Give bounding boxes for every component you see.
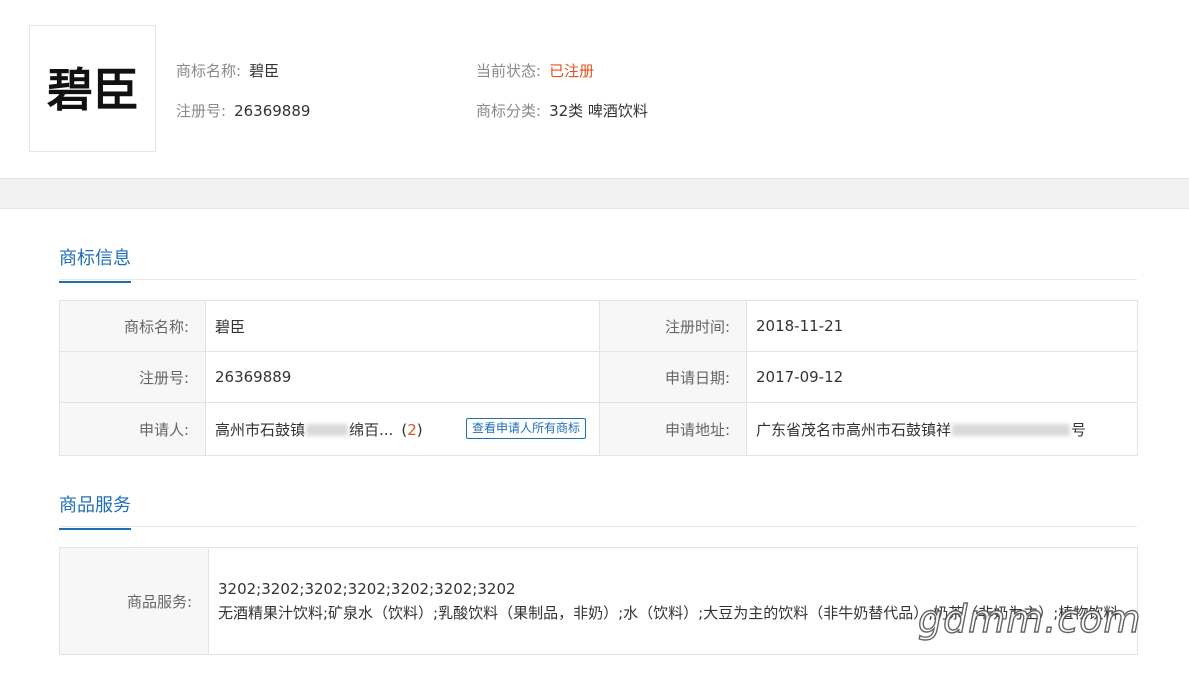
goods-services-title: 商品服务 [59, 491, 131, 530]
goods-services-label: 商品服务: [59, 547, 209, 655]
goods-services-heading: 商品服务 [59, 487, 1137, 530]
trademark-info-title: 商标信息 [59, 244, 131, 283]
header-name-value: 碧臣 [249, 62, 280, 80]
info-label: 商标名称: [59, 300, 206, 352]
applicant-name-mid: 绵百... [349, 420, 394, 439]
header-name: 商标名称: 碧臣 [176, 60, 279, 81]
header-class-label: 商标分类: [476, 102, 542, 120]
view-applicant-trademarks-button[interactable]: 查看申请人所有商标 [465, 418, 586, 439]
trademark-logo-image: 碧臣 [47, 63, 139, 117]
trademark-header: 碧臣 商标名称: 碧臣 注册号: 26369889 当前状态: 已注册 商标分类: 32… [0, 0, 1189, 178]
address-label: 申请地址: [599, 402, 747, 456]
applicant-label: 申请人: [59, 402, 206, 456]
applicant-value: 高州市石鼓镇 绵百... (2) 查看申请人所有商标 [205, 402, 600, 456]
applicant-count[interactable]: 2 [407, 421, 417, 439]
trademark-info-heading: 商标信息 [59, 240, 1137, 283]
applicant-name-prefix: 高州市石鼓镇 [215, 420, 306, 439]
section-divider-band [0, 178, 1189, 209]
info-value: 2017-09-12 [746, 351, 1138, 403]
header-status-label: 当前状态: [476, 62, 542, 80]
header-reg: 注册号: 26369889 [176, 100, 310, 121]
info-value: 2018-11-21 [746, 300, 1138, 352]
header-reg-label: 注册号: [176, 102, 227, 120]
blurred-text [952, 424, 1071, 436]
applicant-count-close: ) [416, 420, 423, 439]
address-value: 广东省茂名市高州市石鼓镇祥 号 [746, 402, 1138, 456]
address-suffix: 号 [1071, 420, 1087, 439]
info-label: 申请日期: [599, 351, 747, 403]
table-row: 商标名称: 碧臣 注册时间: 2018-11-21 [59, 300, 1138, 352]
info-value: 26369889 [205, 351, 600, 403]
status-badge: 已注册 [549, 62, 595, 80]
info-label: 注册号: [59, 351, 206, 403]
blurred-text [306, 424, 349, 436]
header-class-value: 32类 啤酒饮料 [549, 102, 648, 120]
header-name-label: 商标名称: [176, 62, 242, 80]
address-prefix: 广东省茂名市高州市石鼓镇祥 [756, 420, 952, 439]
trademark-logo: 碧臣 [29, 25, 156, 152]
table-row: 注册号: 26369889 申请日期: 2017-09-12 [59, 351, 1138, 403]
header-reg-value: 26369889 [234, 102, 311, 120]
trademark-info-table: 商标名称: 碧臣 注册时间: 2018-11-21 注册号: 26369889 … [59, 300, 1138, 456]
table-row: 申请人: 高州市石鼓镇 绵百... (2) 查看申请人所有商标 申请地址: 广东省茂… [59, 402, 1138, 456]
watermark: gdmm.com [917, 596, 1142, 641]
trademark-logo-text: 碧臣 [47, 63, 139, 117]
header-status: 当前状态: 已注册 [476, 60, 594, 81]
info-value: 碧臣 [205, 300, 600, 352]
header-class: 商标分类: 32类 啤酒饮料 [476, 100, 648, 121]
info-label: 注册时间: [599, 300, 747, 352]
